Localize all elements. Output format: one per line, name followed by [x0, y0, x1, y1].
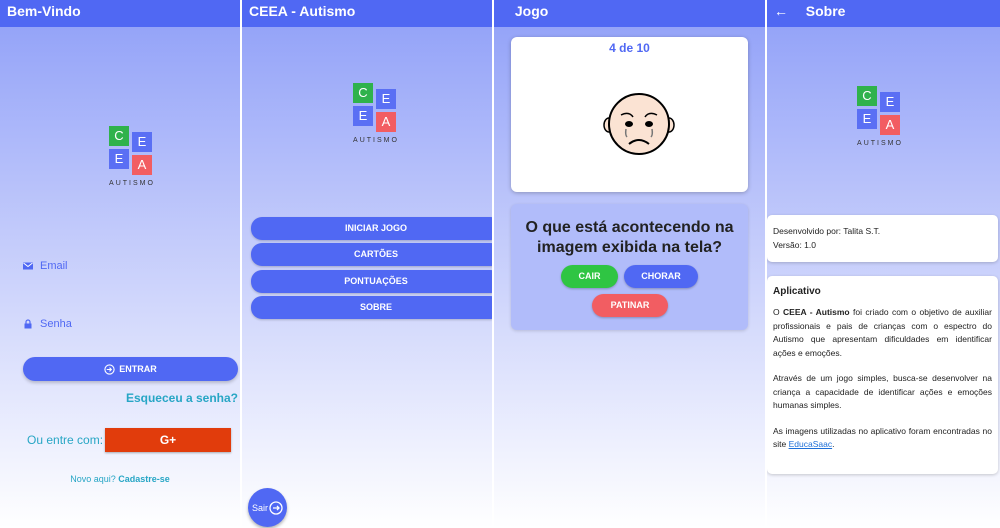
password-label: Senha: [40, 318, 72, 330]
lock-icon: [24, 319, 32, 329]
crying-face-image: [603, 93, 675, 155]
question-text: O que está acontecendo na imagem exibida…: [525, 219, 734, 256]
answer-button-patinar[interactable]: PATINAR: [592, 294, 668, 317]
developer-text: Desenvolvido por: Talita S.T.: [773, 226, 881, 236]
app-bar: Jogo: [494, 0, 765, 27]
email-label: Email: [40, 260, 68, 272]
version-text: Versão: 1.0: [773, 240, 817, 250]
start-game-button[interactable]: INICIAR JOGO: [251, 217, 492, 240]
page-title: CEEA - Autismo: [249, 3, 356, 19]
app-bar: CEEA - Autismo: [242, 0, 492, 27]
google-login-button[interactable]: G+: [105, 428, 231, 452]
game-screen: Jogo 4 de 10 O que está acontecendo na i…: [494, 0, 765, 528]
answer-button-chorar[interactable]: CHORAR: [624, 265, 698, 288]
question-image-card: 4 de 10: [511, 37, 748, 192]
back-arrow-icon[interactable]: ←: [774, 3, 788, 19]
signup-link[interactable]: Cadastre-se: [118, 474, 170, 484]
signup-line: Novo aqui? Cadastre-se: [70, 474, 170, 484]
scores-button[interactable]: PONTUAÇÕES: [251, 270, 492, 293]
page-title: Sobre: [805, 3, 846, 19]
login-icon: [104, 363, 115, 375]
educasaac-link[interactable]: EducaSaac: [789, 439, 832, 449]
description-paragraph-3: As imagens utilizadas no aplicativo fora…: [773, 425, 992, 450]
answer-button-cair[interactable]: CAIR: [561, 265, 618, 288]
page-title: Jogo: [514, 3, 549, 19]
enter-button[interactable]: ENTRAR: [23, 357, 238, 381]
email-field[interactable]: Email: [23, 260, 68, 272]
developer-info-card: Desenvolvido por: Talita S.T. Versão: 1.…: [767, 215, 998, 262]
about-screen: ← Sobre C E E A AUTISMO Desenvolvido por…: [767, 0, 1000, 528]
about-button[interactable]: SOBRE: [251, 296, 492, 319]
login-screen: Bem-Vindo C E E A AUTISMO Email Senha EN…: [0, 0, 240, 528]
cards-button[interactable]: CARTÕES: [251, 243, 492, 266]
question-card: O que está acontecendo na imagem exibida…: [511, 204, 748, 330]
logout-icon: [269, 500, 283, 515]
exit-button[interactable]: Sair: [248, 488, 287, 527]
question-counter: 4 de 10: [609, 41, 650, 55]
password-field[interactable]: Senha: [23, 318, 72, 330]
mail-icon: [23, 262, 33, 270]
description-paragraph-2: Através de um jogo simples, busca-se des…: [773, 373, 992, 410]
or-login-with-label: Ou entre com:: [27, 433, 104, 447]
section-title: Aplicativo: [773, 286, 821, 297]
app-bar: ← Sobre: [767, 0, 1000, 27]
forgot-password-link[interactable]: Esqueceu a senha?: [126, 391, 238, 405]
app-bar: Bem-Vindo: [0, 0, 240, 27]
home-screen: CEEA - Autismo C E E A AUTISMO INICIAR J…: [242, 0, 492, 528]
description-paragraph-1: O CEEA - Autismo foi criado com o objeti…: [773, 307, 992, 358]
page-title: Bem-Vindo: [7, 3, 81, 19]
app-description-card: Aplicativo O CEEA - Autismo foi criado c…: [767, 276, 998, 474]
